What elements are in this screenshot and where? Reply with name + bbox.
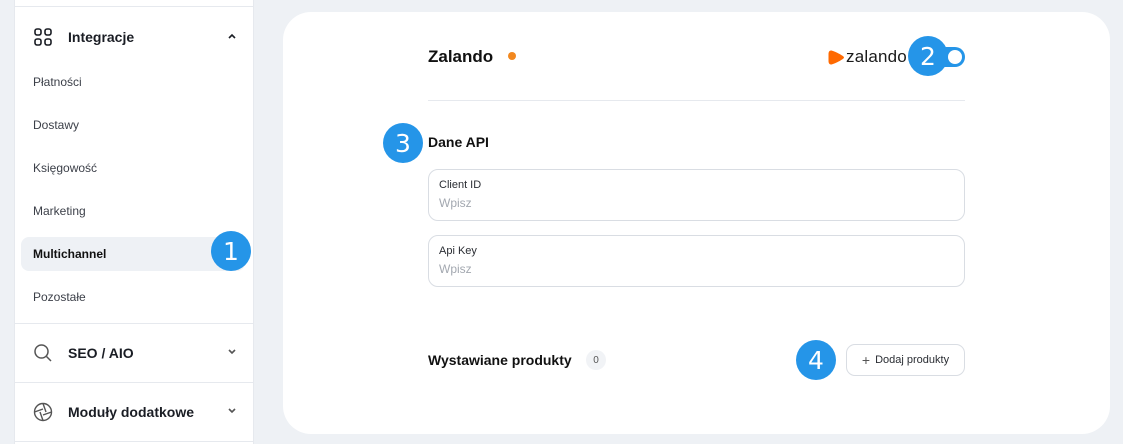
sidebar-section-label: Integracje [68,29,135,45]
integration-card: Zalando zalando Dane API Client ID Api K… [283,12,1110,434]
sidebar-section-label: Moduły dodatkowe [68,404,194,420]
api-section-title: Dane API [428,134,489,150]
products-count-badge: 0 [586,350,606,370]
zalando-logo-icon [828,50,844,64]
sidebar-section-seo[interactable]: SEO / AIO [15,324,253,382]
chevron-down-icon [227,347,237,359]
sidebar-item-marketing[interactable]: Marketing [21,194,245,228]
callout-badge-2: 2 [908,36,948,76]
sidebar-section-label: SEO / AIO [68,345,134,361]
client-id-field[interactable]: Client ID [428,169,965,221]
api-key-field[interactable]: Api Key [428,235,965,287]
client-id-input[interactable] [439,196,939,210]
sidebar-item-shipping[interactable]: Dostawy [21,108,245,142]
client-id-label: Client ID [439,179,482,191]
aperture-icon [33,402,53,422]
callout-badge-3: 3 [383,123,423,163]
integration-title: Zalando [428,47,494,66]
api-key-label: Api Key [439,245,477,257]
plus-icon: + [861,352,871,368]
sidebar-section-modules[interactable]: Moduły dodatkowe [15,383,253,441]
sidebar: Integracje Płatności Dostawy Księgowość … [14,0,254,444]
add-products-label: Dodaj produkty [875,354,950,366]
status-dot [508,52,516,60]
divider [428,100,965,101]
chevron-down-icon [227,406,237,418]
callout-badge-4: 4 [796,340,836,380]
api-key-input[interactable] [439,262,939,276]
products-title: Wystawiane produkty [428,352,572,368]
zalando-logo-text: zalando [846,47,907,66]
grid-icon [33,27,53,47]
add-products-button[interactable]: + Dodaj produkty [846,344,965,376]
sidebar-item-accounting[interactable]: Księgowość [21,151,245,185]
callout-badge-1: 1 [211,231,251,271]
sidebar-divider [15,441,253,442]
sidebar-item-payments[interactable]: Płatności [21,65,245,99]
zalando-logo: zalando [828,45,907,69]
sidebar-section-integrations[interactable]: Integracje [15,8,253,66]
search-icon [33,343,53,363]
toggle-knob [948,50,962,64]
chevron-up-icon [227,31,237,43]
sidebar-divider [15,6,253,7]
sidebar-item-other[interactable]: Pozostałe [21,280,245,314]
